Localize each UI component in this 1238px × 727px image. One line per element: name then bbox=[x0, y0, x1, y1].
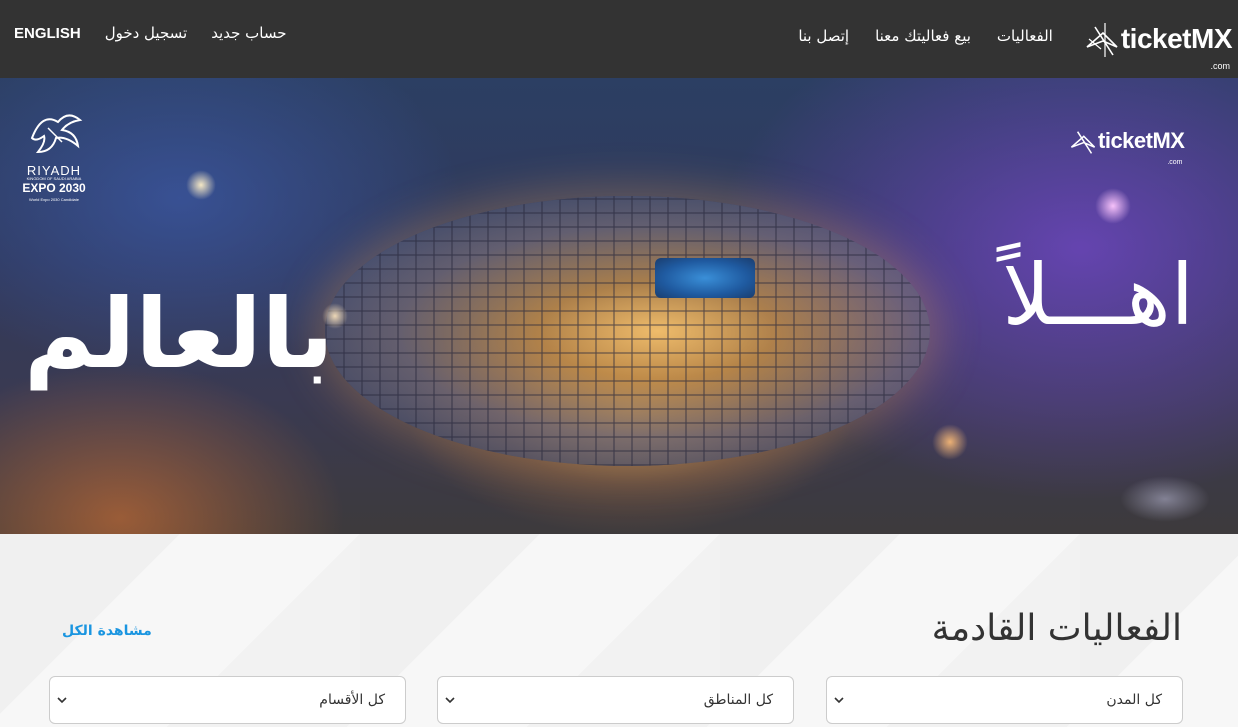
riyadh-expo-logo: RIYADH KINGDOM OF SAUDI ARABIA EXPO 2030… bbox=[14, 108, 94, 218]
hero-welcome-text: اهـــلاً bbox=[1002, 246, 1194, 344]
hero-logo-suffix: .com bbox=[1167, 159, 1183, 166]
english-language-link[interactable]: ENGLISH bbox=[14, 25, 81, 42]
hero-logo-wordmark: ticketMX bbox=[1098, 128, 1185, 153]
light-flare bbox=[932, 424, 968, 460]
logo-wordmark: ticketMX bbox=[1120, 23, 1233, 54]
login-link[interactable]: تسجيل دخول bbox=[105, 24, 188, 42]
hero-world-text: بالعالم bbox=[24, 278, 334, 390]
hero-ticketmx-logo: ticketMX .com bbox=[1068, 124, 1185, 166]
nav-right-group: إتصل بنا بيع فعاليتك معنا الفعاليات tick… bbox=[798, 0, 1233, 78]
expo-site-grid bbox=[325, 196, 930, 466]
chevron-down-icon bbox=[445, 697, 455, 704]
light-flare bbox=[186, 170, 216, 200]
region-filter-value: كل المناطق bbox=[703, 692, 773, 708]
expo-candidate-label: World Expo 2030 Candidate bbox=[29, 196, 79, 202]
expo-title: EXPO 2030 bbox=[22, 180, 86, 195]
events-link[interactable]: الفعاليات bbox=[997, 27, 1053, 45]
register-link[interactable]: حساب جديد bbox=[211, 24, 286, 42]
category-filter-value: كل الأقسام bbox=[319, 692, 385, 708]
palm-tree-icon bbox=[30, 114, 83, 154]
top-navbar: ENGLISH تسجيل دخول حساب جديد إتصل بنا بي… bbox=[0, 0, 1238, 78]
ticketmx-logo-icon bbox=[1086, 23, 1118, 57]
upcoming-events-section: الفعاليات القادمة مشاهدة الكل كل المدن ك… bbox=[0, 534, 1238, 727]
hero-banner: RIYADH KINGDOM OF SAUDI ARABIA EXPO 2030… bbox=[0, 78, 1238, 534]
site-logo[interactable]: ticketMX .com bbox=[1083, 17, 1233, 71]
contact-us-link[interactable]: إتصل بنا bbox=[798, 27, 849, 45]
chevron-down-icon bbox=[57, 697, 67, 704]
section-title: الفعاليات القادمة bbox=[931, 608, 1182, 649]
logo-suffix: .com bbox=[1210, 61, 1230, 71]
nav-left-group: ENGLISH تسجيل دخول حساب جديد bbox=[14, 0, 287, 72]
light-flare bbox=[1120, 476, 1210, 522]
city-filter-value: كل المدن bbox=[1106, 692, 1162, 708]
chevron-down-icon bbox=[834, 697, 844, 704]
expo-lake bbox=[655, 258, 755, 298]
sell-events-link[interactable]: بيع فعاليتك معنا bbox=[875, 27, 971, 45]
view-all-link[interactable]: مشاهدة الكل bbox=[62, 623, 152, 639]
light-flare bbox=[1095, 188, 1131, 224]
ticketmx-logo-icon bbox=[1070, 131, 1096, 154]
city-filter-select[interactable]: كل المدن bbox=[826, 676, 1183, 724]
region-filter-select[interactable]: كل المناطق bbox=[437, 676, 794, 724]
category-filter-select[interactable]: كل الأقسام bbox=[49, 676, 406, 724]
